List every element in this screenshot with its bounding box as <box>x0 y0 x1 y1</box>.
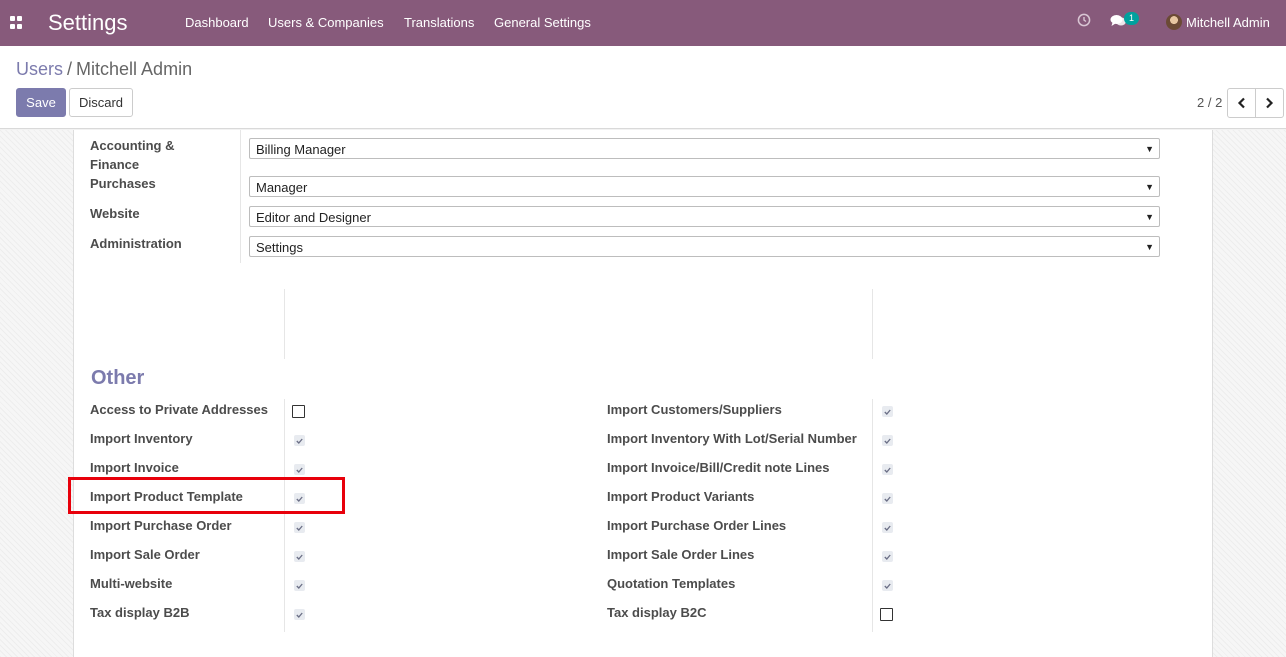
accounting-select-value: Billing Manager <box>256 142 346 157</box>
label-access-private-addresses: Access to Private Addresses <box>90 402 269 417</box>
avatar[interactable] <box>1166 14 1182 30</box>
label-import-inventory-lot-serial: Import Inventory With Lot/Serial Number <box>607 431 857 446</box>
empty-group-divider-right <box>872 289 873 359</box>
menu-general-settings[interactable]: General Settings <box>494 15 591 30</box>
caret-down-icon: ▼ <box>1145 242 1154 252</box>
group-divider <box>240 130 241 263</box>
checkbox-import-product-variants[interactable] <box>882 493 893 504</box>
website-select-value: Editor and Designer <box>256 210 371 225</box>
breadcrumb: Users / Mitchell Admin <box>16 59 192 80</box>
label-multi-website: Multi-website <box>90 576 173 591</box>
highlight-annotation-box <box>68 477 345 514</box>
checkbox-tax-display-b2c[interactable] <box>880 608 893 621</box>
check-icon <box>884 409 891 415</box>
label-import-purchase-order: Import Purchase Order <box>90 518 232 533</box>
menu-translations[interactable]: Translations <box>404 15 474 30</box>
checkbox-import-purchase-order[interactable] <box>294 522 305 533</box>
save-button[interactable]: Save <box>16 88 66 117</box>
other-left-divider <box>284 399 285 632</box>
breadcrumb-users-link[interactable]: Users <box>16 59 63 79</box>
pager-value: 2 / 2 <box>1197 95 1223 110</box>
purchases-select[interactable]: Manager ▼ <box>249 176 1160 197</box>
check-icon <box>884 467 891 473</box>
chevron-right-icon <box>1266 97 1274 109</box>
label-import-inventory: Import Inventory <box>90 431 193 446</box>
check-icon <box>884 554 891 560</box>
checkbox-import-invoice-lines[interactable] <box>882 464 893 475</box>
pager-previous-button[interactable] <box>1227 88 1256 118</box>
checkbox-import-sale-order-lines[interactable] <box>882 551 893 562</box>
top-navbar: Settings Dashboard Users & Companies Tra… <box>0 0 1286 46</box>
checkbox-import-inventory[interactable] <box>294 435 305 446</box>
form-sheet: Accounting & Finance Billing Manager ▼ P… <box>73 130 1213 657</box>
form-view-background: Accounting & Finance Billing Manager ▼ P… <box>0 130 1286 657</box>
check-icon <box>296 438 303 444</box>
administration-select-value: Settings <box>256 240 303 255</box>
chat-counter-badge: 1 <box>1124 12 1139 25</box>
section-title-other: Other <box>91 367 145 389</box>
breadcrumb-separator: / <box>67 59 73 79</box>
field-label-purchases: Purchases <box>90 176 156 191</box>
check-icon <box>296 467 303 473</box>
label-import-product-variants: Import Product Variants <box>607 489 755 504</box>
breadcrumb-current: Mitchell Admin <box>76 59 193 79</box>
label-import-invoice-lines: Import Invoice/Bill/Credit note Lines <box>607 460 830 475</box>
checkbox-import-purchase-order-lines[interactable] <box>882 522 893 533</box>
discard-button[interactable]: Discard <box>69 88 133 117</box>
check-icon <box>296 612 303 618</box>
label-import-sale-order-lines: Import Sale Order Lines <box>607 547 755 562</box>
checkbox-quotation-templates[interactable] <box>882 580 893 591</box>
menu-users-companies[interactable]: Users & Companies <box>268 15 384 30</box>
checkbox-import-invoice[interactable] <box>294 464 305 475</box>
empty-group-divider-left <box>284 289 285 359</box>
label-import-sale-order: Import Sale Order <box>90 547 200 562</box>
field-label-website: Website <box>90 206 140 221</box>
pager-next-button[interactable] <box>1255 88 1284 118</box>
caret-down-icon: ▼ <box>1145 212 1154 222</box>
check-icon <box>884 583 891 589</box>
checkbox-access-private-addresses[interactable] <box>292 405 305 418</box>
label-import-invoice: Import Invoice <box>90 460 179 475</box>
check-icon <box>296 554 303 560</box>
field-label-accounting: Accounting & <box>90 138 175 153</box>
label-tax-display-b2c: Tax display B2C <box>607 605 707 620</box>
label-import-customers-suppliers: Import Customers/Suppliers <box>607 402 782 417</box>
check-icon <box>296 525 303 531</box>
label-tax-display-b2b: Tax display B2B <box>90 605 190 620</box>
checkbox-import-inventory-lot-serial[interactable] <box>882 435 893 446</box>
checkbox-tax-display-b2b[interactable] <box>294 609 305 620</box>
label-import-purchase-order-lines: Import Purchase Order Lines <box>607 518 787 533</box>
control-panel: Users / Mitchell Admin Save Discard 2 / 2 <box>0 46 1286 129</box>
checkbox-import-sale-order[interactable] <box>294 551 305 562</box>
label-quotation-templates: Quotation Templates <box>607 576 736 591</box>
chevron-left-icon <box>1237 97 1245 109</box>
user-menu[interactable]: Mitchell Admin <box>1186 15 1270 30</box>
other-right-divider <box>872 399 873 632</box>
caret-down-icon: ▼ <box>1145 144 1154 154</box>
check-icon <box>884 496 891 502</box>
accounting-select[interactable]: Billing Manager ▼ <box>249 138 1160 159</box>
check-icon <box>884 438 891 444</box>
apps-menu-icon[interactable] <box>10 16 23 29</box>
check-icon <box>296 583 303 589</box>
menu-dashboard[interactable]: Dashboard <box>185 15 249 30</box>
field-label-administration: Administration <box>90 236 182 251</box>
administration-select[interactable]: Settings ▼ <box>249 236 1160 257</box>
purchases-select-value: Manager <box>256 180 308 195</box>
caret-down-icon: ▼ <box>1145 182 1154 192</box>
checkbox-multi-website[interactable] <box>294 580 305 591</box>
website-select[interactable]: Editor and Designer ▼ <box>249 206 1160 227</box>
field-label-accounting-line2: Finance <box>90 157 140 172</box>
check-icon <box>884 525 891 531</box>
app-title: Settings <box>48 10 128 35</box>
clock-icon[interactable] <box>1077 13 1091 27</box>
checkbox-import-customers-suppliers[interactable] <box>882 406 893 417</box>
